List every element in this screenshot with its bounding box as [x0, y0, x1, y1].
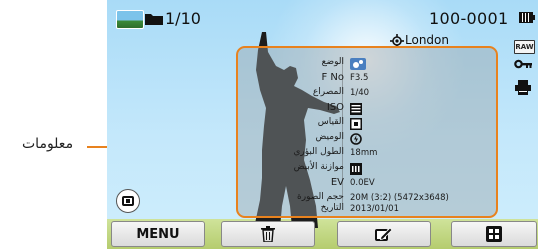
info-value: F3.5 — [350, 73, 369, 83]
print-dpof-icon — [515, 80, 531, 95]
edit-button[interactable] — [337, 221, 431, 247]
protect-key-icon — [514, 59, 532, 69]
shooting-info-panel: الوضع F No F3.5 المصراع 1/40 ISO القياس … — [236, 46, 498, 218]
info-value: 20M (3:2) (5472x3648) — [350, 193, 449, 203]
photo-thumbnail-icon — [116, 10, 144, 29]
info-label: EV — [330, 177, 344, 188]
folder-count: 1/10 — [165, 9, 201, 28]
info-label: الوضع — [321, 57, 344, 67]
menu-button-label: MENU — [136, 227, 180, 242]
info-row-metering: القياس — [238, 117, 496, 132]
edit-photo-icon — [375, 227, 393, 241]
trash-icon — [261, 226, 275, 242]
display-mode-button[interactable] — [116, 189, 140, 213]
camera-screen: 1/10 100-0001 London RAW الوضع F No F3.5… — [107, 0, 538, 249]
thumbnail-view-button[interactable] — [451, 221, 537, 247]
info-label: حجم الصورة — [297, 192, 344, 202]
info-label: F No — [321, 72, 344, 83]
info-row-mode: الوضع — [238, 57, 496, 72]
info-row-flash: الوميض — [238, 132, 496, 147]
info-label: الوميض — [315, 132, 344, 142]
file-number: 100-0001 — [429, 9, 509, 28]
flash-off-icon — [350, 133, 362, 145]
shooting-mode-icon — [350, 58, 366, 70]
info-value: 2013/01/01 — [350, 204, 399, 214]
info-row-ev: EV 0.0EV — [238, 177, 496, 192]
info-value: 0.0EV — [350, 178, 375, 188]
info-row-focal: الطول البؤري 18mm — [238, 147, 496, 162]
display-mode-icon — [122, 196, 134, 206]
info-row-date: التاريخ 2013/01/01 — [238, 203, 496, 218]
grid-view-icon — [486, 226, 502, 242]
info-label: الطول البؤري — [293, 147, 344, 157]
iso-auto-icon — [350, 103, 362, 115]
info-row-shutter: المصراع 1/40 — [238, 87, 496, 102]
white-balance-auto-icon — [350, 163, 362, 175]
folder-icon — [145, 14, 163, 25]
info-label: القياس — [317, 117, 344, 127]
info-row-iso: ISO — [238, 102, 496, 117]
info-value: 1/40 — [350, 88, 370, 98]
info-value: 18mm — [350, 148, 378, 158]
location-name: London — [405, 33, 449, 47]
info-label: موازنة الأبيض — [293, 162, 344, 172]
callout-label: معلومات — [22, 136, 74, 152]
delete-button[interactable] — [221, 221, 315, 247]
info-label: التاريخ — [320, 203, 344, 213]
raw-format-icon: RAW — [514, 40, 535, 54]
menu-button[interactable]: MENU — [111, 221, 205, 247]
info-label: ISO — [326, 102, 344, 113]
info-row-wb: موازنة الأبيض — [238, 162, 496, 177]
info-row-fno: F No F3.5 — [238, 72, 496, 87]
bottom-toolbar: MENU — [107, 221, 538, 249]
battery-icon — [519, 12, 535, 23]
metering-icon — [350, 118, 362, 130]
info-label: المصراع — [312, 87, 344, 97]
